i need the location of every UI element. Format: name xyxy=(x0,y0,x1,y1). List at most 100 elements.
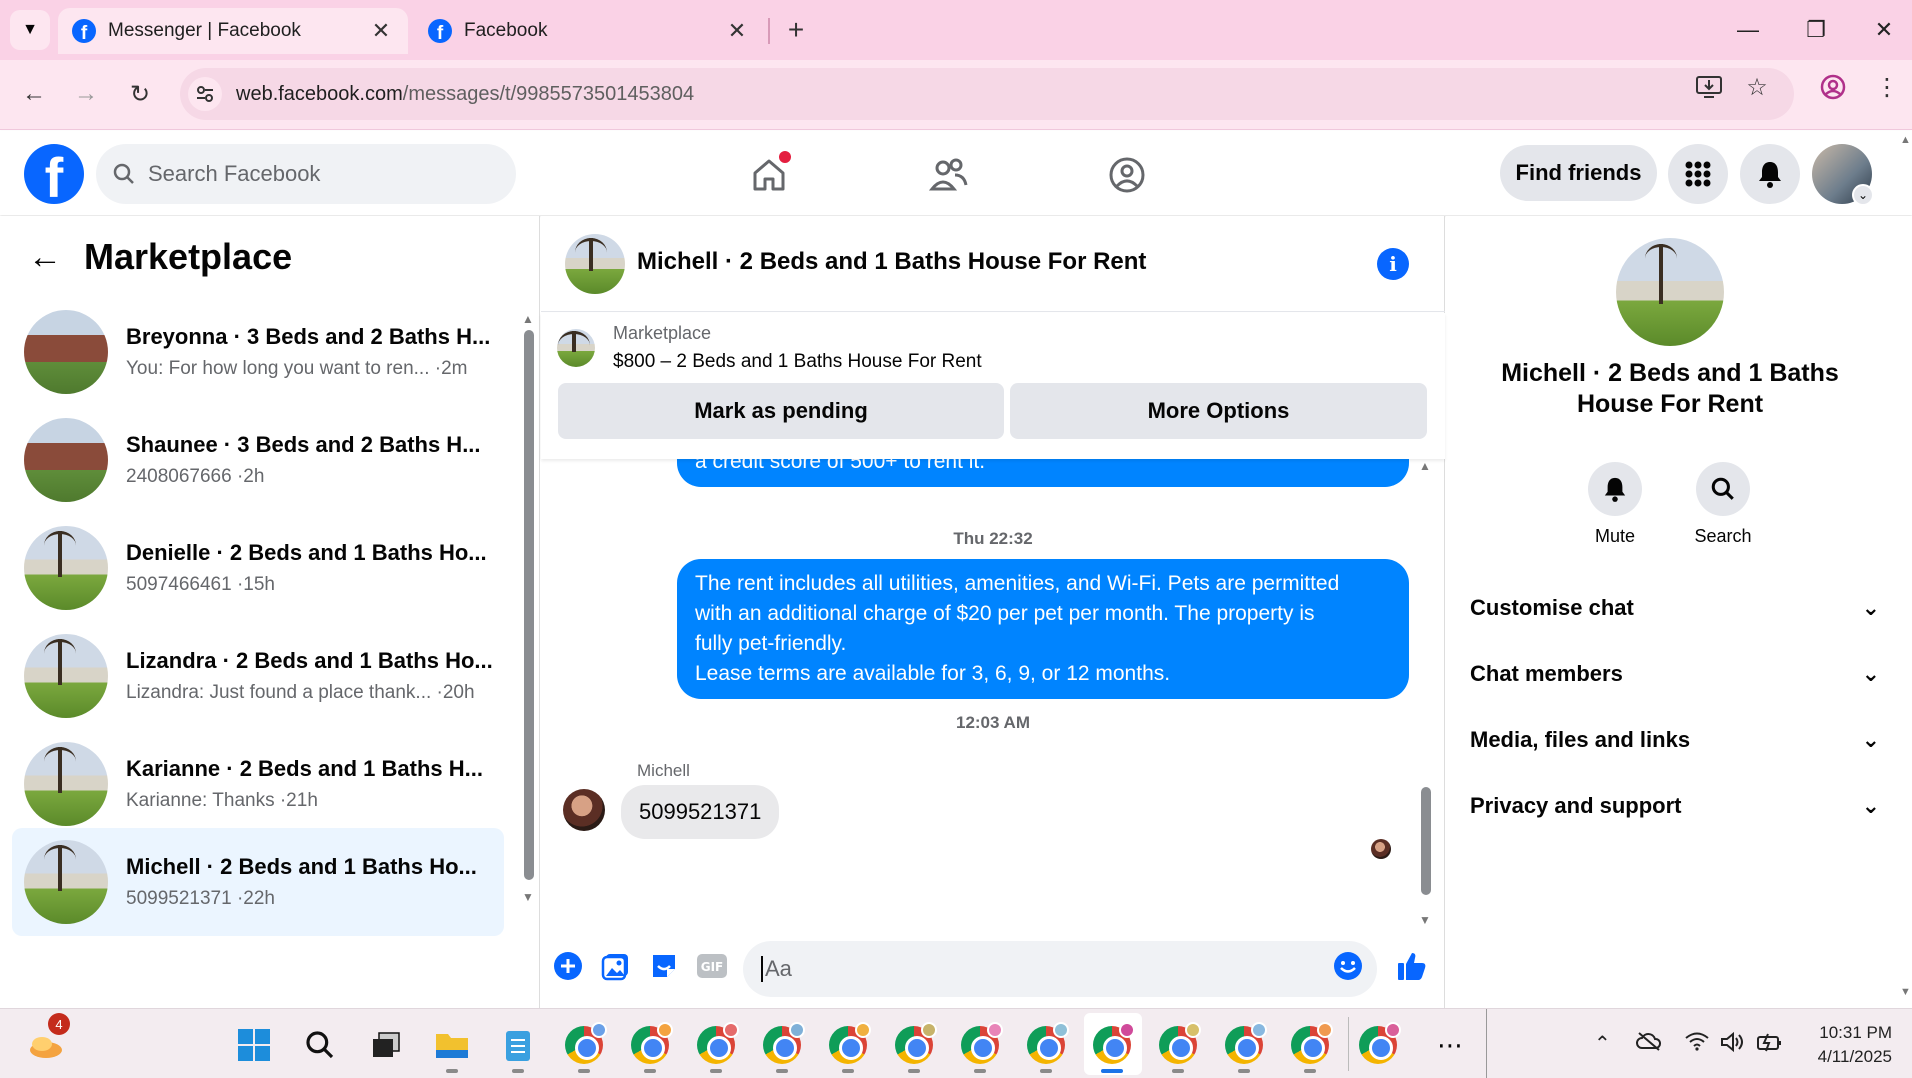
volume-icon[interactable] xyxy=(1720,1031,1746,1059)
site-info-icon[interactable] xyxy=(188,77,222,111)
notepad-icon[interactable] xyxy=(498,1025,538,1073)
chrome-window-icon[interactable] xyxy=(1158,1022,1201,1073)
read-receipt-avatar xyxy=(1371,839,1391,859)
widgets-weather-icon[interactable]: 4 xyxy=(26,1013,70,1065)
chat-title[interactable]: Michell · 2 Beds and 1 Baths House For R… xyxy=(637,248,1146,276)
browser-menu-icon[interactable]: ⋮ xyxy=(1872,72,1902,102)
attach-photo-icon[interactable] xyxy=(599,949,633,983)
minimize-button[interactable]: — xyxy=(1728,12,1768,48)
address-bar[interactable]: web.facebook.com/messages/t/998557350145… xyxy=(180,68,1794,120)
facebook-logo[interactable]: f xyxy=(24,144,84,204)
chrome-window-icon[interactable] xyxy=(630,1022,673,1073)
chat-members-section[interactable]: Chat members ⌄ xyxy=(1470,644,1880,704)
cloud-offline-icon[interactable] xyxy=(1636,1031,1662,1057)
listing-title[interactable]: $800 – 2 Beds and 1 Baths House For Rent xyxy=(613,351,982,373)
chrome-window-icon[interactable] xyxy=(1358,1022,1401,1065)
back-button[interactable]: ← xyxy=(14,74,54,114)
forward-button[interactable]: → xyxy=(66,74,106,114)
gif-icon[interactable]: GIF xyxy=(695,949,729,983)
chrome-window-icon[interactable] xyxy=(1026,1022,1069,1073)
scroll-up-arrow[interactable]: ▲ xyxy=(522,312,534,326)
scroll-up-arrow[interactable]: ▲ xyxy=(1419,459,1431,473)
media-files-links-section[interactable]: Media, files and links ⌄ xyxy=(1470,710,1880,770)
page-scrollbar[interactable]: ▲ ▼ xyxy=(1900,130,1912,1008)
friends-nav[interactable] xyxy=(925,151,973,199)
taskbar-divider xyxy=(1486,1009,1487,1078)
back-arrow-icon[interactable]: ← xyxy=(28,238,62,277)
conversation-item[interactable]: Lizandra · 2 Beds and 1 Baths Ho... Liza… xyxy=(12,622,504,730)
scrollbar-thumb[interactable] xyxy=(524,330,534,880)
mark-as-pending-button[interactable]: Mark as pending xyxy=(558,383,1004,439)
home-nav[interactable] xyxy=(745,151,793,199)
chrome-window-icon[interactable] xyxy=(1290,1022,1333,1073)
mute-action[interactable]: Mute xyxy=(1570,462,1660,547)
find-friends-button[interactable]: Find friends xyxy=(1500,145,1657,201)
more-actions-plus-icon[interactable] xyxy=(551,949,585,983)
conversation-item-active[interactable]: Michell · 2 Beds and 1 Baths Ho... 50995… xyxy=(12,828,504,936)
conversation-item[interactable]: Karianne · 2 Beds and 1 Baths H... Karia… xyxy=(12,730,504,838)
chevron-down-icon: ⌄ xyxy=(1852,184,1874,206)
facebook-search-input[interactable]: Search Facebook xyxy=(96,144,516,204)
start-button[interactable] xyxy=(234,1025,274,1065)
message-input[interactable]: Aa xyxy=(743,941,1377,997)
sender-avatar[interactable] xyxy=(563,789,605,831)
emoji-icon[interactable] xyxy=(1331,949,1365,983)
listing-label: Marketplace xyxy=(613,323,712,343)
more-options-button[interactable]: More Options xyxy=(1010,383,1427,439)
chrome-window-icon[interactable] xyxy=(762,1022,805,1073)
conversation-name: Breyonna · 3 Beds and 2 Baths H... xyxy=(126,324,491,349)
search-action[interactable]: Search xyxy=(1678,462,1768,547)
install-app-icon[interactable] xyxy=(1694,72,1724,102)
system-clock[interactable]: 10:31 PM 4/11/2025 xyxy=(1800,1021,1892,1069)
battery-charging-icon[interactable] xyxy=(1756,1031,1784,1059)
close-tab-icon[interactable]: ✕ xyxy=(724,18,750,44)
chrome-window-icon[interactable] xyxy=(1224,1022,1267,1073)
scroll-down-arrow[interactable]: ▼ xyxy=(1419,913,1431,927)
close-tab-icon[interactable]: ✕ xyxy=(368,18,394,44)
chrome-window-icon-active[interactable] xyxy=(1092,1022,1135,1073)
scroll-down-arrow[interactable]: ▼ xyxy=(522,890,534,904)
text-caret xyxy=(761,956,763,982)
bookmark-star-icon[interactable]: ☆ xyxy=(1742,72,1772,102)
tab-search-button[interactable]: ▼ xyxy=(10,10,50,50)
conversation-list-scrollbar[interactable]: ▲ ▼ xyxy=(522,312,534,904)
wifi-icon[interactable] xyxy=(1684,1031,1710,1057)
chrome-window-icon[interactable] xyxy=(828,1022,871,1073)
reload-button[interactable]: ↻ xyxy=(120,74,160,114)
file-explorer-icon[interactable] xyxy=(432,1025,472,1073)
chrome-window-icon[interactable] xyxy=(894,1022,937,1073)
chrome-window-icon[interactable] xyxy=(960,1022,1003,1073)
customise-chat-section[interactable]: Customise chat ⌄ xyxy=(1470,578,1880,638)
scrollbar-thumb[interactable] xyxy=(1421,787,1431,895)
message-scrollbar[interactable]: ▲ ▼ xyxy=(1419,459,1433,929)
chrome-window-icon[interactable] xyxy=(696,1022,739,1073)
new-tab-button[interactable]: + xyxy=(778,12,814,48)
tab-messenger[interactable]: f Messenger | Facebook ✕ xyxy=(58,8,408,54)
info-icon[interactable]: i xyxy=(1377,248,1409,280)
account-avatar[interactable]: ⌄ xyxy=(1812,144,1874,206)
tab-facebook[interactable]: f Facebook ✕ xyxy=(414,8,764,54)
conversation-item[interactable]: Breyonna · 3 Beds and 2 Baths H... You: … xyxy=(12,298,504,406)
more-apps-icon[interactable]: ⋯ xyxy=(1430,1025,1470,1065)
listing-profile-photo[interactable] xyxy=(1616,238,1724,346)
running-indicator xyxy=(446,1069,458,1073)
search-taskbar-icon[interactable] xyxy=(300,1025,340,1065)
scroll-up-arrow[interactable]: ▲ xyxy=(1900,134,1911,146)
restore-button[interactable]: ❐ xyxy=(1796,12,1836,48)
conversation-item[interactable]: Shaunee · 3 Beds and 2 Baths H... 240806… xyxy=(12,406,504,514)
close-window-button[interactable]: ✕ xyxy=(1864,12,1904,48)
chat-avatar[interactable] xyxy=(565,234,625,294)
scroll-down-arrow[interactable]: ▼ xyxy=(1900,986,1911,998)
conversation-item[interactable]: Denielle · 2 Beds and 1 Baths Ho... 5097… xyxy=(12,514,504,622)
profile-icon[interactable] xyxy=(1818,72,1848,102)
marketplace-listing-banner: Marketplace $800 – 2 Beds and 1 Baths Ho… xyxy=(541,313,1445,459)
menu-button[interactable] xyxy=(1668,144,1728,204)
notifications-button[interactable] xyxy=(1740,144,1800,204)
show-hidden-icons-chevron-up-icon[interactable]: ⌃ xyxy=(1594,1031,1611,1056)
thumbs-up-icon[interactable] xyxy=(1395,949,1429,983)
sticker-icon[interactable] xyxy=(647,949,681,983)
groups-nav[interactable] xyxy=(1103,151,1151,199)
task-view-icon[interactable] xyxy=(366,1025,406,1065)
chrome-window-icon[interactable] xyxy=(564,1022,607,1073)
privacy-support-section[interactable]: Privacy and support ⌄ xyxy=(1470,776,1880,836)
